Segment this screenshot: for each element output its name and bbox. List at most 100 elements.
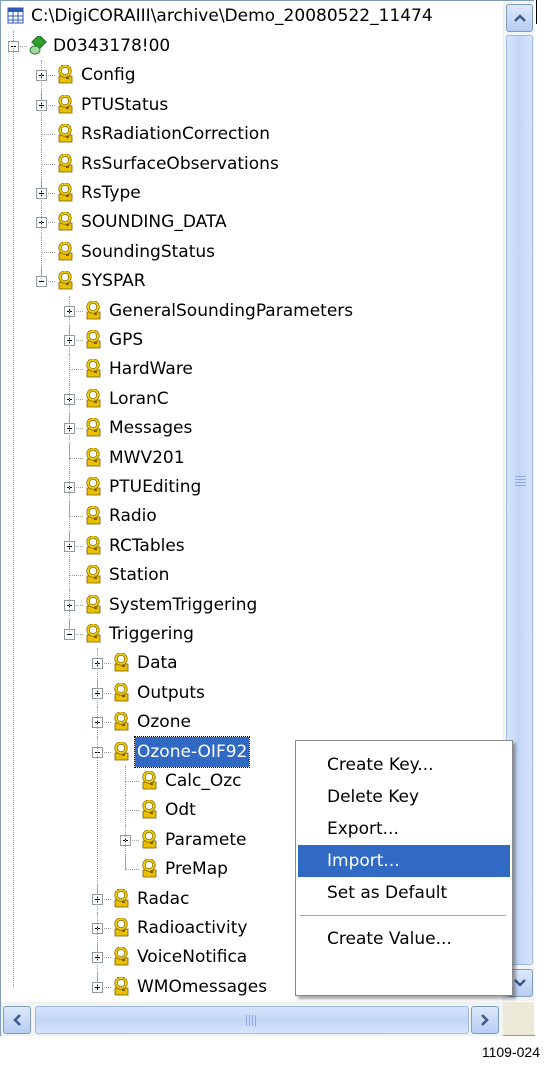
scrollbar-corner: [503, 1002, 535, 1035]
tree-row[interactable]: SystemTriggering: [1, 589, 503, 620]
chevron-right-icon: [481, 1014, 489, 1026]
tree-label: WMOmessages: [137, 976, 268, 997]
menu-item-create-value[interactable]: Create Value...: [298, 923, 510, 955]
key-icon: [58, 241, 73, 261]
tree-label: MWV201: [109, 447, 185, 468]
key-icon: [142, 859, 157, 878]
menu-item-import[interactable]: Import...: [298, 845, 510, 877]
tree-label: VoiceNotifica: [137, 947, 248, 968]
menu-item-set-as-default[interactable]: Set as Default: [298, 877, 510, 909]
tree-row[interactable]: SYSPAR: [1, 266, 503, 296]
key-icon: [114, 976, 129, 996]
key-icon: [86, 506, 101, 525]
tree-row[interactable]: SoundingStatus: [1, 236, 503, 267]
tree-label: PTUEditing: [109, 477, 202, 497]
key-icon: [86, 594, 101, 613]
menu-item-create-key[interactable]: Create Key...: [298, 749, 510, 781]
menu-item-delete-key[interactable]: Delete Key: [298, 781, 510, 813]
key-icon: [114, 653, 129, 672]
tree-row[interactable]: GPS: [1, 325, 503, 355]
tree-row[interactable]: Ozone: [1, 707, 503, 737]
db-node-icon: [29, 36, 47, 55]
tree-label: Odt: [165, 800, 196, 821]
chevron-down-icon: [514, 979, 526, 987]
tree-label: RCTables: [109, 535, 185, 556]
tree-label: Outputs: [137, 682, 205, 703]
tree-row[interactable]: GeneralSoundingParameters: [1, 295, 503, 326]
tree-row[interactable]: PTUStatus: [1, 89, 503, 120]
tree-row[interactable]: RsType: [1, 178, 503, 208]
tree-label: Config: [81, 65, 136, 86]
tree-connector: [69, 516, 83, 518]
tree-row[interactable]: RsRadiationCorrection: [1, 119, 503, 149]
key-icon: [114, 888, 129, 907]
tree-connector: [69, 369, 83, 371]
tree-row[interactable]: HardWare: [1, 354, 503, 384]
tree-label: Radioactivity: [137, 918, 248, 938]
tree-label: LoranC: [109, 388, 169, 409]
tree-connector: [125, 869, 139, 871]
tree-row[interactable]: Radio: [1, 501, 503, 531]
chevron-up-icon: [514, 14, 526, 22]
key-icon: [86, 565, 101, 584]
tree-row[interactable]: D0343178!00: [1, 31, 503, 61]
key-icon: [142, 771, 157, 790]
tree-row[interactable]: Data: [1, 648, 503, 678]
scroll-left-button[interactable]: [3, 1006, 31, 1034]
key-icon: [86, 624, 101, 643]
key-icon: [114, 741, 129, 760]
tree-label: Radio: [109, 506, 157, 527]
key-icon: [86, 330, 101, 349]
tree-row[interactable]: Outputs: [1, 677, 503, 708]
menu-item-export[interactable]: Export...: [298, 813, 510, 845]
tree-row[interactable]: SOUNDING_DATA: [1, 207, 503, 237]
context-menu: Create Key... Delete Key Export... Impor…: [295, 740, 513, 996]
tree-row[interactable]: Messages: [1, 413, 503, 443]
chevron-left-icon: [13, 1014, 21, 1026]
tree-connector: [41, 251, 55, 253]
tree-connector: [41, 134, 55, 136]
tree-label: Triggering: [109, 624, 194, 644]
key-icon: [114, 918, 129, 937]
tree-guide-line: [69, 310, 70, 634]
tree-connector: [125, 810, 139, 812]
tree-root-row[interactable]: C:\DigiCORAIII\archive\Demo_20080522_114…: [1, 1, 503, 31]
table-icon: [7, 7, 24, 24]
tree-row[interactable]: RsSurfaceObservations: [1, 148, 503, 179]
scroll-up-button[interactable]: [506, 4, 533, 32]
horizontal-scrollbar[interactable]: [1, 1002, 503, 1036]
tree-label: PreMap: [165, 859, 228, 880]
tree-connector: [125, 766, 126, 782]
tree-label: RsSurfaceObservations: [81, 153, 279, 174]
tree-row[interactable]: MWV201: [1, 442, 503, 473]
tree-label: SystemTriggering: [109, 594, 258, 615]
tree-label-selected: Ozone-OIF92: [133, 735, 251, 768]
tree-row[interactable]: Station: [1, 560, 503, 590]
tree-label: HardWare: [109, 359, 193, 380]
key-icon: [142, 800, 157, 819]
key-icon: [86, 359, 101, 378]
figure-id: 1109-024: [481, 1044, 540, 1060]
horizontal-scroll-thumb[interactable]: [35, 1006, 469, 1034]
tree-label: PTUStatus: [81, 94, 169, 115]
tree-connector: [125, 781, 139, 782]
tree-label: Station: [109, 565, 170, 586]
tree-row[interactable]: Config: [1, 60, 503, 90]
key-icon: [142, 829, 157, 849]
tree-row[interactable]: RCTables: [1, 530, 503, 561]
tree-row[interactable]: Triggering: [1, 619, 503, 649]
tree-label: GeneralSoundingParameters: [109, 300, 354, 321]
tree-connector: [69, 457, 83, 459]
tree-row[interactable]: LoranC: [1, 383, 503, 414]
tree-label: RsRadiationCorrection: [81, 124, 270, 145]
scroll-right-button[interactable]: [471, 1006, 499, 1034]
menu-separator: [300, 915, 506, 916]
tree-row[interactable]: PTUEditing: [1, 472, 503, 502]
key-icon: [86, 300, 101, 319]
tree-label: SOUNDING_DATA: [81, 212, 227, 233]
tree-label: Ozone: [137, 712, 191, 733]
window-edge: [534, 0, 548, 1034]
key-icon: [58, 153, 73, 172]
tree-guide-line: [13, 46, 14, 987]
tree-guide-line: [125, 781, 126, 870]
